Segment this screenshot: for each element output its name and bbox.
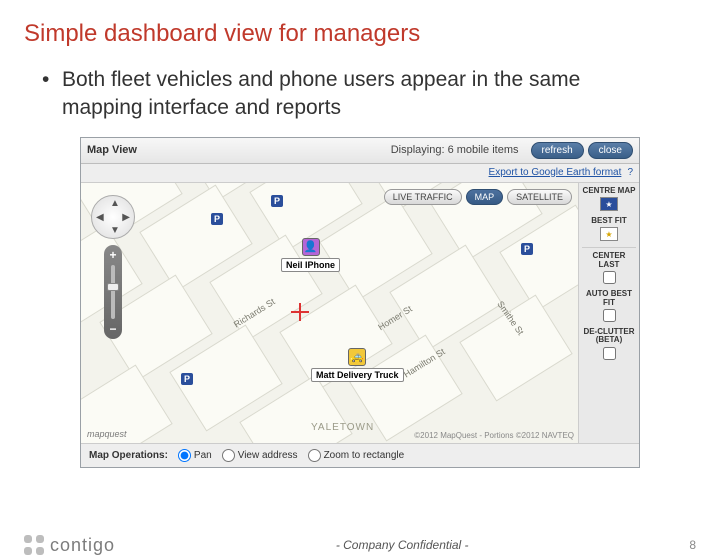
sidebar-label: CENTRE MAP — [582, 187, 636, 195]
sidebar-label: CENTER LAST — [582, 252, 636, 269]
zoom-track[interactable] — [111, 265, 115, 319]
sidebar-label: AUTO BEST FIT — [582, 290, 636, 307]
op-view-address[interactable]: View address — [222, 449, 298, 462]
declutter-toggle[interactable]: DE-CLUTTER (BETA) — [582, 328, 636, 360]
provider-logo: mapquest — [87, 429, 127, 439]
map-operations-bar: Map Operations: Pan View address Zoom to… — [81, 443, 639, 467]
displaying-count: Displaying: 6 mobile items — [391, 144, 519, 156]
best-fit-button[interactable]: BEST FIT ★ — [582, 217, 636, 241]
brand-logo: contigo — [24, 535, 115, 556]
auto-best-fit-toggle[interactable]: AUTO BEST FIT — [582, 290, 636, 322]
op-view-radio[interactable] — [222, 449, 235, 462]
star-icon: ★ — [600, 227, 618, 241]
close-button[interactable]: close — [588, 142, 633, 159]
help-icon[interactable]: ? — [627, 167, 633, 178]
center-last-toggle[interactable]: CENTER LAST — [582, 252, 636, 284]
parking-icon: P — [271, 195, 283, 207]
slide-bullet: Both fleet vehicles and phone users appe… — [42, 66, 660, 123]
map-nav-cluster: ▲ ▼ ◀ ▶ + − — [91, 195, 141, 339]
person-icon: 👤 — [302, 238, 320, 256]
brand-name: contigo — [50, 535, 115, 556]
sidebar-label: DE-CLUTTER (BETA) — [582, 328, 636, 345]
map-ops-title: Map Operations: — [89, 450, 168, 461]
star-icon: ★ — [600, 197, 618, 211]
op-label: Zoom to rectangle — [324, 450, 405, 461]
auto-best-fit-checkbox[interactable] — [603, 309, 616, 322]
confidential-label: - Company Confidential - — [115, 538, 689, 552]
zoom-handle[interactable] — [107, 283, 119, 291]
slide-title: Simple dashboard view for managers — [24, 20, 720, 48]
page-number: 8 — [689, 538, 696, 552]
map-type-toggle: LIVE TRAFFIC MAP SATELLITE — [384, 189, 572, 205]
parking-icon: P — [181, 373, 193, 385]
map-type-map-button[interactable]: MAP — [466, 189, 504, 205]
export-row: Export to Google Earth format ? — [81, 164, 639, 183]
pan-north-icon[interactable]: ▲ — [110, 198, 120, 209]
marker-label: Matt Delivery Truck — [311, 368, 404, 382]
map-panel: Map View Displaying: 6 mobile items refr… — [80, 137, 640, 468]
map-copyright: ©2012 MapQuest - Portions ©2012 NAVTEQ — [414, 431, 574, 440]
zoom-out-button[interactable]: − — [104, 322, 122, 336]
map-type-satellite-button[interactable]: SATELLITE — [507, 189, 572, 205]
map-title: Map View — [87, 144, 137, 156]
parking-icon: P — [521, 243, 533, 255]
live-traffic-button[interactable]: LIVE TRAFFIC — [384, 189, 462, 205]
export-google-earth-link[interactable]: Export to Google Earth format — [489, 167, 622, 178]
map-sidebar: CENTRE MAP ★ BEST FIT ★ CENTER LAST AUTO… — [579, 183, 639, 443]
zoom-in-button[interactable]: + — [104, 248, 122, 262]
logo-icon — [24, 535, 44, 555]
op-zoom-rect[interactable]: Zoom to rectangle — [308, 449, 405, 462]
slide-footer: contigo - Company Confidential - 8 — [0, 530, 720, 560]
zoom-control: + − — [104, 245, 122, 339]
refresh-button[interactable]: refresh — [531, 142, 584, 159]
vehicle-icon: 🚕 — [348, 348, 366, 366]
marker-phone-user[interactable]: 👤 Neil IPhone — [281, 238, 340, 272]
centre-map-button[interactable]: CENTRE MAP ★ — [582, 187, 636, 211]
op-label: View address — [238, 450, 298, 461]
op-zoom-radio[interactable] — [308, 449, 321, 462]
declutter-checkbox[interactable] — [603, 347, 616, 360]
marker-vehicle[interactable]: 🚕 Matt Delivery Truck — [311, 348, 404, 382]
map-canvas[interactable]: Richards St Homer St Hamilton St Smithe … — [81, 183, 579, 443]
op-pan-radio[interactable] — [178, 449, 191, 462]
pan-east-icon[interactable]: ▶ — [122, 212, 130, 223]
map-titlebar: Map View Displaying: 6 mobile items refr… — [81, 138, 639, 164]
marker-label: Neil IPhone — [281, 258, 340, 272]
pan-south-icon[interactable]: ▼ — [110, 225, 120, 236]
op-pan[interactable]: Pan — [178, 449, 212, 462]
center-last-checkbox[interactable] — [603, 271, 616, 284]
pan-control[interactable]: ▲ ▼ ◀ ▶ — [91, 195, 135, 239]
district-label: YALETOWN — [311, 422, 374, 433]
pan-west-icon[interactable]: ◀ — [96, 212, 104, 223]
parking-icon: P — [211, 213, 223, 225]
sidebar-label: BEST FIT — [582, 217, 636, 225]
op-label: Pan — [194, 450, 212, 461]
